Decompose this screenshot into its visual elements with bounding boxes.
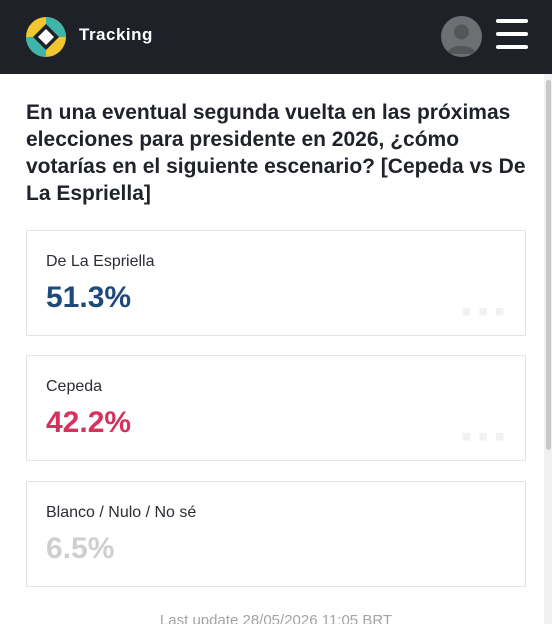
candidate-percentage: 51.3% [46,281,132,314]
candidate-percentage: 6.5% [46,532,115,565]
tracking-logo-icon[interactable] [25,16,67,58]
poll-question: En una eventual segunda vuelta en las pr… [26,101,526,205]
menu-line [496,45,528,49]
candidate-percentage: 42.2% [46,406,132,439]
menu-line [496,19,528,23]
background-watermark: ▪▪▪ [461,420,511,453]
background-watermark: ▪▪▪ [461,295,511,328]
result-card-cepeda: Cepeda 42.2% ▪▪▪ [26,355,526,461]
hamburger-menu-icon[interactable] [496,19,528,49]
result-card-blanco-nulo: Blanco / Nulo / No sé 6.5% [26,481,526,587]
top-navigation-bar: Tracking [0,0,552,74]
candidate-label: Blanco / Nulo / No sé [46,504,197,521]
candidate-label: De La Espriella [46,253,155,270]
candidate-label: Cepeda [46,378,103,395]
brand-name[interactable]: Tracking [79,25,153,45]
last-update-timestamp: Last update 28/05/2026 11:05 BRT [159,612,393,624]
scrollbar-thumb[interactable] [546,80,551,450]
result-card-de-la-espriella: De La Espriella 51.3% ▪▪▪ [26,230,526,336]
menu-line [496,32,528,36]
user-avatar-icon[interactable] [441,16,482,57]
